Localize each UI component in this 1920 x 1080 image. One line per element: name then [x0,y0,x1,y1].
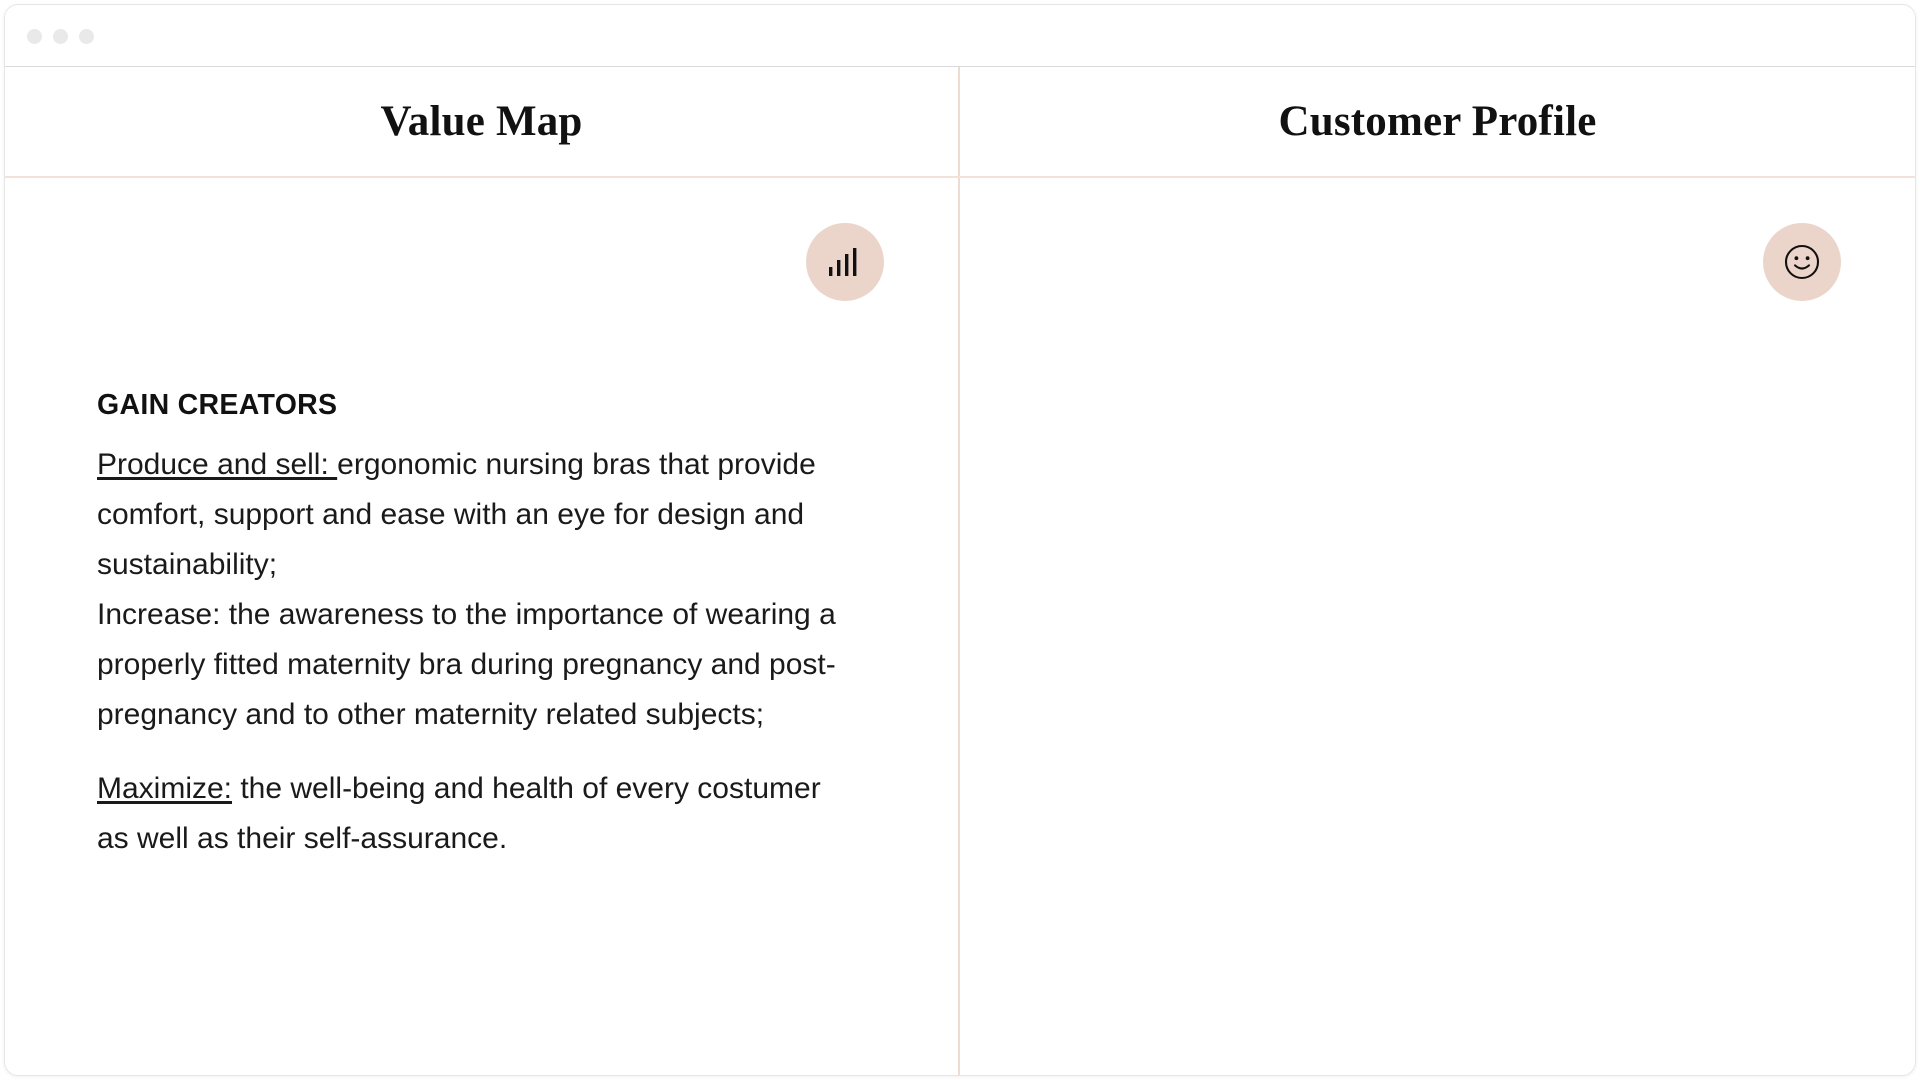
section-heading-gain-creators: GAIN CREATORS [97,389,338,421]
content-columns: GAIN CREATORS Produce and sell: ergonomi… [5,178,1915,1075]
content-value-map: GAIN CREATORS Produce and sell: ergonomi… [97,388,838,864]
smiley-face-icon [1783,243,1821,281]
app-window: Value Map Customer Profile GAIN CREATORS… [4,4,1916,1076]
maximize-dot-icon[interactable] [79,29,94,44]
header-cell-value-map: Value Map [5,67,960,176]
minimize-dot-icon[interactable] [53,29,68,44]
badge-value-map[interactable] [806,223,884,301]
page-title-value-map: Value Map [380,98,583,145]
paragraph-produce-and-sell: Produce and sell: ergonomic nursing bras… [97,440,838,740]
close-dot-icon[interactable] [27,29,42,44]
bar-chart-icon [828,247,862,277]
page-title-customer-profile: Customer Profile [1278,98,1597,145]
paragraph-maximize: Maximize: the well-being and health of e… [97,764,838,864]
title-bar [5,5,1915,67]
badge-customer-profile[interactable] [1763,223,1841,301]
column-value-map: GAIN CREATORS Produce and sell: ergonomi… [5,178,960,1075]
lead-produce-and-sell: Produce and sell: [97,448,338,482]
column-customer-profile: GAIN Concrete results: finding the perfe… [960,178,1915,1075]
header-cell-customer-profile: Customer Profile [960,67,1915,176]
lead-maximize: Maximize: [97,772,233,806]
body-produce-and-sell: ergonomic nursing bras that provide comf… [97,448,836,732]
column-headers: Value Map Customer Profile [5,67,1915,178]
window-controls [27,29,94,44]
